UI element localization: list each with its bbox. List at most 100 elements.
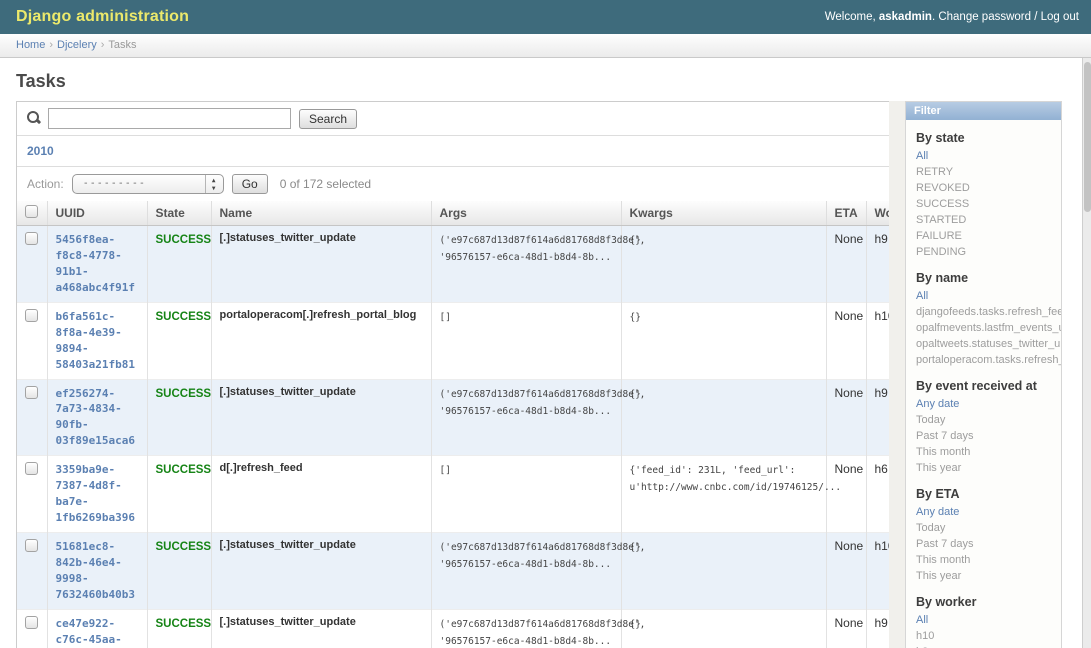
task-name: [.]statuses_twitter_update [211,533,431,610]
task-eta: None [826,379,866,456]
task-state: SUCCESS [156,464,212,476]
column-header-name[interactable]: Name [211,201,431,226]
table-row: 3359ba9e-7387-4d8f-ba7e-1fb6269ba396 SUC… [17,456,906,533]
breadcrumb-home[interactable]: Home [16,39,45,51]
scrollbar-thumb[interactable] [1084,62,1091,212]
task-uuid-link[interactable]: 51681ec8-842b-46e4-9998-7632460b40b3 [56,540,135,601]
action-label: Action: [27,177,64,191]
filter-option[interactable]: djangofeeds.tasks.refresh_feed [906,304,1061,320]
filter-option[interactable]: STARTED [906,212,1061,228]
breadcrumb: Home›Djcelery›Tasks [0,34,1091,58]
filter-option[interactable]: Today [906,520,1061,536]
task-eta: None [826,533,866,610]
task-uuid-link[interactable]: 3359ba9e-7387-4d8f-ba7e-1fb6269ba396 [56,463,135,524]
task-state: SUCCESS [156,311,212,323]
column-header-kwargs[interactable]: Kwargs [621,201,826,226]
task-args: ('e97c687d13d87f614a6d81768d8f3d8e', '96… [431,379,621,456]
task-kwargs: {} [621,379,826,456]
task-kwargs: {} [621,302,826,379]
filter-option[interactable]: SUCCESS [906,196,1061,212]
table-row: 5456f8ea-f8c8-4778-91b1-a468abc4f91f SUC… [17,226,906,303]
site-title: Django administration [16,8,189,26]
action-select[interactable]: ---------▲▼ [72,174,224,194]
search-bar: Search [17,102,904,136]
filter-option-list: AllRETRYREVOKEDSUCCESSSTARTEDFAILUREPEND… [906,148,1061,260]
filter-option[interactable]: This month [906,444,1061,460]
task-args: [] [431,456,621,533]
filter-option[interactable]: All [906,148,1061,164]
filter-option[interactable]: This year [906,460,1061,476]
filter-option[interactable]: portaloperacom.tasks.refresh_portal [906,352,1061,368]
date-hierarchy-year-link[interactable]: 2010 [27,144,54,158]
task-name: [.]statuses_twitter_update [211,226,431,303]
filter-option[interactable]: Any date [906,504,1061,520]
breadcrumb-current: Tasks [108,39,136,51]
filter-option[interactable]: This month [906,552,1061,568]
filter-option[interactable]: Any date [906,396,1061,412]
table-row: b6fa561c-8f8a-4e39-9894-58403a21fb81 SUC… [17,302,906,379]
go-button[interactable]: Go [232,174,268,194]
search-input[interactable] [48,108,291,129]
changelist-module: Search 2010 Action: ---------▲▼ Go 0 of … [16,101,905,648]
filter-section-title: By worker [916,595,1061,609]
task-kwargs: {} [621,226,826,303]
filter-option[interactable]: Today [906,412,1061,428]
task-uuid-link[interactable]: 5456f8ea-f8c8-4778-91b1-a468abc4f91f [56,233,135,294]
filter-option[interactable]: opaltweets.statuses_twitter_update [906,336,1061,352]
filter-option[interactable]: opalfmevents.lastfm_events_update [906,320,1061,336]
filter-section-title: By ETA [916,487,1061,501]
task-name: d[.]refresh_feed [211,456,431,533]
page-title: Tasks [16,71,1091,92]
filter-option[interactable]: Past 7 days [906,428,1061,444]
filter-option[interactable]: Past 7 days [906,536,1061,552]
filter-option[interactable]: All [906,612,1061,628]
search-button[interactable]: Search [299,109,357,129]
task-uuid-link[interactable]: ef256274-7a73-4834-90fb-03f89e15aca6 [56,387,135,448]
filter-option[interactable]: This year [906,568,1061,584]
task-eta: None [826,302,866,379]
filter-section-title: By event received at [916,379,1061,393]
task-args: ('e97c687d13d87f614a6d81768d8f3d8e', '96… [431,609,621,648]
task-args: [] [431,302,621,379]
task-uuid-link[interactable]: b6fa561c-8f8a-4e39-9894-58403a21fb81 [56,310,135,371]
filter-option[interactable]: RETRY [906,164,1061,180]
column-header-uuid[interactable]: UUID [47,201,147,226]
filter-option-list: Alldjangofeeds.tasks.refresh_feedopalfme… [906,288,1061,368]
row-checkbox[interactable] [25,462,38,475]
task-args: ('e97c687d13d87f614a6d81768d8f3d8e', '96… [431,226,621,303]
filter-option-list: Any dateTodayPast 7 daysThis monthThis y… [906,504,1061,584]
filter-option[interactable]: h8 [906,644,1061,648]
change-password-link[interactable]: Change password [938,11,1031,23]
row-checkbox[interactable] [25,539,38,552]
logout-link[interactable]: Log out [1041,11,1079,23]
task-state: SUCCESS [156,541,212,553]
column-header-eta[interactable]: ETA [826,201,866,226]
window-scrollbar[interactable] [1082,58,1091,648]
breadcrumb-separator: › [101,39,105,51]
row-checkbox[interactable] [25,309,38,322]
filter-option[interactable]: h10 [906,628,1061,644]
filter-option[interactable]: FAILURE [906,228,1061,244]
row-checkbox[interactable] [25,232,38,245]
row-checkbox[interactable] [25,616,38,629]
search-icon [27,111,40,124]
column-header-state[interactable]: State [147,201,211,226]
filter-option[interactable]: PENDING [906,244,1061,260]
breadcrumb-app[interactable]: Djcelery [57,39,97,51]
task-name: portaloperacom[.]refresh_portal_blog [211,302,431,379]
task-name: [.]statuses_twitter_update [211,379,431,456]
task-eta: None [826,226,866,303]
filter-panel-title: Filter [906,102,1061,120]
filter-option[interactable]: All [906,288,1061,304]
user-tools: Welcome, askadmin. Change password / Log… [825,11,1079,23]
table-row: 51681ec8-842b-46e4-9998-7632460b40b3 SUC… [17,533,906,610]
row-checkbox[interactable] [25,386,38,399]
filter-option[interactable]: REVOKED [906,180,1061,196]
task-uuid-link[interactable]: ce47e922-c76c-45aa-8885-c2d853e05dbb [56,617,135,648]
breadcrumb-separator: › [49,39,53,51]
select-all-checkbox[interactable] [25,205,38,218]
column-header-args[interactable]: Args [431,201,621,226]
table-row: ef256274-7a73-4834-90fb-03f89e15aca6 SUC… [17,379,906,456]
task-name: [.]statuses_twitter_update [211,609,431,648]
select-all-header [17,201,47,226]
